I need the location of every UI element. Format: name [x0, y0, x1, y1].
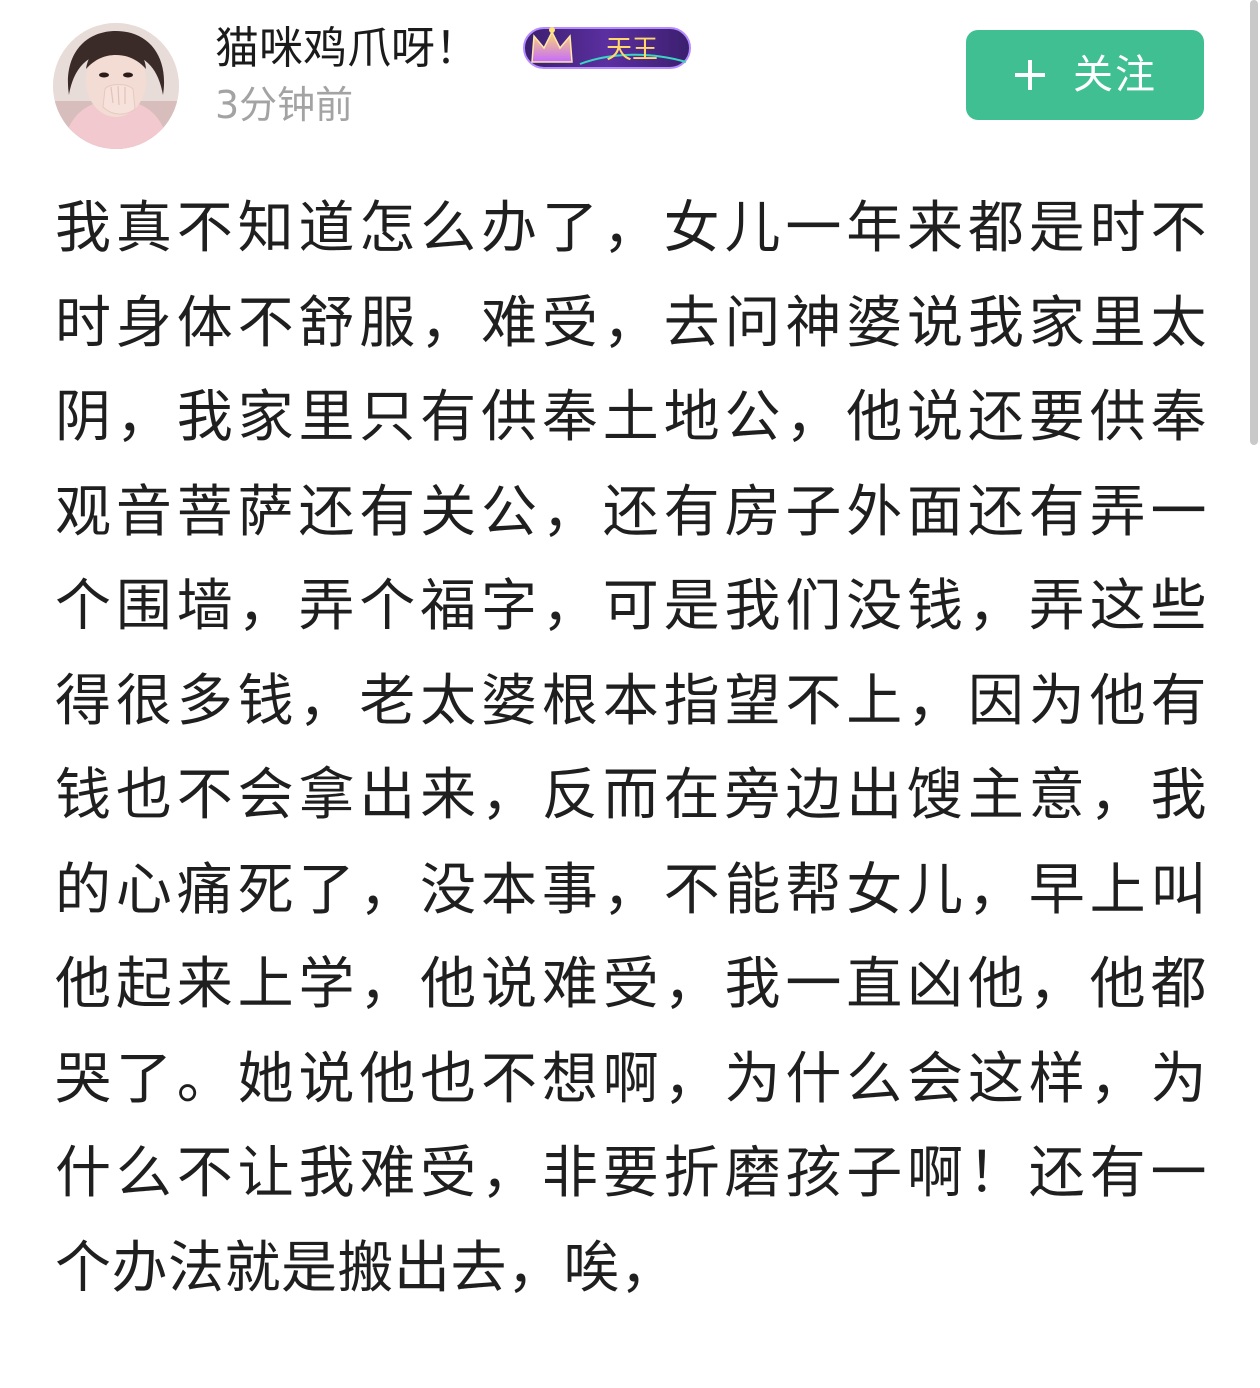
post-timestamp: 3分钟前 — [215, 83, 354, 127]
plus-icon — [1015, 60, 1045, 90]
post-body-line: 什么不让我难受，非要折磨孩子啊！还有一 — [55, 1141, 1207, 1206]
post-body-line: 钱也不会拿出来，反而在旁边出馊主意，我 — [55, 763, 1207, 828]
crown-badge-icon: 天王 — [523, 27, 691, 69]
post-body-line: 观音菩萨还有关公，还有房子外面还有弄一 — [55, 479, 1207, 545]
follow-button-label: 关注 — [1073, 52, 1157, 98]
post-body-line: 哭了。她说他也不想啊，为什么会这样，为 — [55, 1046, 1207, 1112]
badge-text: 天王 — [606, 35, 658, 65]
post-body-line: 阴，我家里只有供奉土地公，他说还要供奉 — [55, 385, 1207, 450]
rank-badge: 天王 — [522, 22, 692, 74]
post-body-line: 个围墙，弄个福字，可是我们没钱，弄这些 — [55, 574, 1207, 639]
follow-button[interactable]: 关注 — [966, 30, 1204, 120]
post-body: 我真不知道怎么办了，女儿一年来都是时不 时身体不舒服，难受，去问神婆说我家里太 … — [55, 182, 1207, 1316]
post-body-line: 得很多钱，老太婆根本指望不上，因为他有 — [55, 668, 1207, 734]
post-body-line: 的心痛死了，没本事，不能帮女儿，早上叫 — [55, 857, 1207, 923]
scrollbar[interactable] — [1248, 0, 1258, 445]
post-body-line: 他起来上学，他说难受，我一直凶他，他都 — [55, 952, 1207, 1017]
scrollbar-thumb[interactable] — [1250, 0, 1258, 445]
avatar-photo — [53, 23, 179, 149]
username[interactable]: 猫咪鸡爪呀！ — [215, 22, 479, 76]
avatar[interactable] — [53, 23, 179, 149]
post-body-line: 时身体不舒服，难受，去问神婆说我家里太 — [55, 290, 1207, 356]
post-header: 猫咪鸡爪呀！ 天王 3分钟前 关注 — [0, 0, 1260, 160]
post-body-line: 我真不知道怎么办了，女儿一年来都是时不 — [55, 196, 1207, 261]
post-body-line: 个办法就是搬出去，唉， — [55, 1235, 677, 1301]
